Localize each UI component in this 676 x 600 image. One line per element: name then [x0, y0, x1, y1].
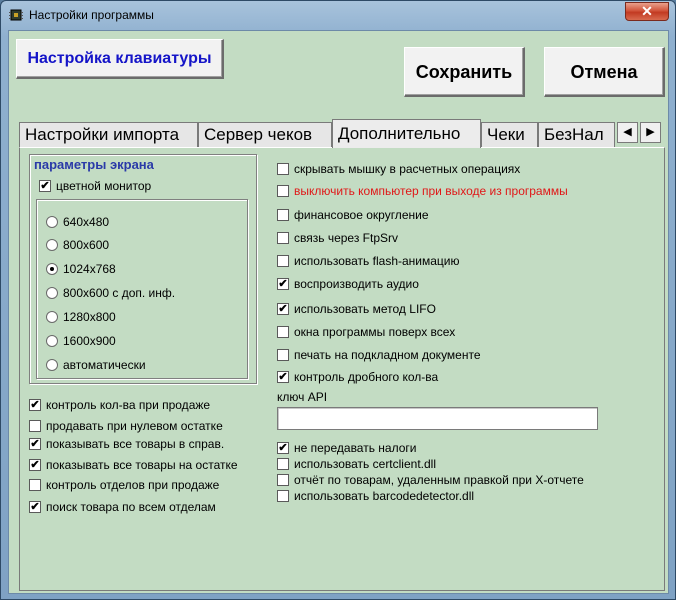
checkbox-box: ✔ — [29, 438, 41, 450]
radio-label: 800x600 — [63, 238, 110, 252]
keyboard-settings-button[interactable]: Настройка клавиатуры — [16, 39, 224, 79]
client-area: Настройка клавиатуры Сохранить Отмена На… — [8, 30, 669, 594]
checkbox-box — [277, 349, 289, 361]
checkbox-label: цветной монитор — [56, 179, 152, 193]
window-title: Настройки программы — [29, 8, 154, 22]
checkbox-label: показывать все товары на остатке — [46, 458, 238, 472]
tab-additional[interactable]: Дополнительно — [332, 119, 481, 148]
checkbox-box: ✔ — [39, 180, 51, 192]
radio-label: автоматически — [63, 358, 146, 372]
checkbox-label: контроль дробного кол-ва — [294, 370, 439, 384]
checkbox-label: показывать все товары в справ. — [46, 437, 225, 451]
checkbox-label: не передавать налоги — [294, 441, 417, 455]
checkbox-box: ✔ — [277, 278, 289, 290]
checkbox-box — [277, 255, 289, 267]
tab-strip: Настройки импорта Сервер чеков Дополните… — [19, 119, 667, 148]
checkbox-label: использовать метод LIFO — [294, 302, 436, 316]
radio-circle — [46, 359, 58, 371]
checkbox-box: ✔ — [277, 303, 289, 315]
cancel-button[interactable]: Отмена — [544, 47, 665, 97]
radio-label: 1024x768 — [63, 262, 116, 276]
api-key-input[interactable] — [277, 407, 598, 430]
radio-label: 1600x900 — [63, 334, 116, 348]
checkbox-label: использовать flash-анимацию — [294, 254, 460, 268]
checkbox-label: окна программы поверх всех — [294, 325, 456, 339]
tab-receipt-server[interactable]: Сервер чеков — [198, 122, 332, 147]
checkbox-box: ✔ — [277, 371, 289, 383]
checkbox-box: ✔ — [277, 442, 289, 454]
checkbox-label: воспроизводить аудио — [294, 277, 419, 291]
save-button[interactable]: Сохранить — [404, 47, 525, 97]
checkbox-box — [277, 474, 289, 486]
checkbox-label: контроль кол-ва при продаже — [46, 398, 211, 412]
checkbox-label: связь через FtpSrv — [294, 231, 399, 245]
checkbox-label: продавать при нулевом остатке — [46, 419, 223, 433]
radio-circle — [46, 239, 58, 251]
checkbox-box — [277, 490, 289, 502]
close-icon: ✕ — [641, 3, 653, 19]
settings-window: Настройки программы ✕ Настройка клавиату… — [0, 0, 676, 600]
checkbox-box — [277, 232, 289, 244]
checkbox-box: ✔ — [29, 459, 41, 471]
checkbox-label: отчёт по товарам, удаленным правкой при … — [294, 473, 584, 487]
radio-label: 800x600 с доп. инф. — [63, 286, 176, 300]
close-button[interactable]: ✕ — [625, 2, 669, 21]
checkbox-label: использовать certclient.dll — [294, 457, 436, 471]
radio-circle — [46, 263, 58, 275]
tab-scroll-left-icon[interactable]: ◀ — [617, 122, 638, 143]
radio-label: 640x480 — [63, 215, 110, 229]
radio-circle — [46, 216, 58, 228]
checkbox-label: выключить компьютер при выходе из програ… — [294, 184, 568, 198]
checkbox-label: использовать barcodedetector.dll — [294, 489, 475, 503]
title-bar[interactable]: Настройки программы ✕ — [1, 1, 675, 29]
api-key-label: ключ API — [277, 390, 328, 404]
tab-cashless[interactable]: БезНал — [538, 122, 615, 147]
checkbox-box — [277, 209, 289, 221]
checkbox-box — [277, 185, 289, 197]
app-chip-icon — [9, 9, 23, 21]
radio-circle — [46, 287, 58, 299]
checkbox-label: печать на подкладном документе — [294, 348, 481, 362]
checkbox-box: ✔ — [29, 399, 41, 411]
checkbox-box — [29, 479, 41, 491]
tab-receipts[interactable]: Чеки — [481, 122, 538, 147]
radio-label: 1280x800 — [63, 310, 116, 324]
checkbox-label: контроль отделов при продаже — [46, 478, 220, 492]
radio-circle — [46, 335, 58, 347]
screen-params-title: параметры экрана — [34, 157, 154, 172]
radio-circle — [46, 311, 58, 323]
tab-scroll-right-icon[interactable]: ▶ — [640, 122, 661, 143]
checkbox-box — [277, 163, 289, 175]
checkbox-label: поиск товара по всем отделам — [46, 500, 216, 514]
tab-import-settings[interactable]: Настройки импорта — [19, 122, 198, 147]
checkbox-box — [29, 420, 41, 432]
checkbox-label: скрывать мышку в расчетных операциях — [294, 162, 521, 176]
checkbox-box: ✔ — [29, 501, 41, 513]
checkbox-label: финансовое округление — [294, 208, 429, 222]
checkbox-box — [277, 458, 289, 470]
checkbox-box — [277, 326, 289, 338]
